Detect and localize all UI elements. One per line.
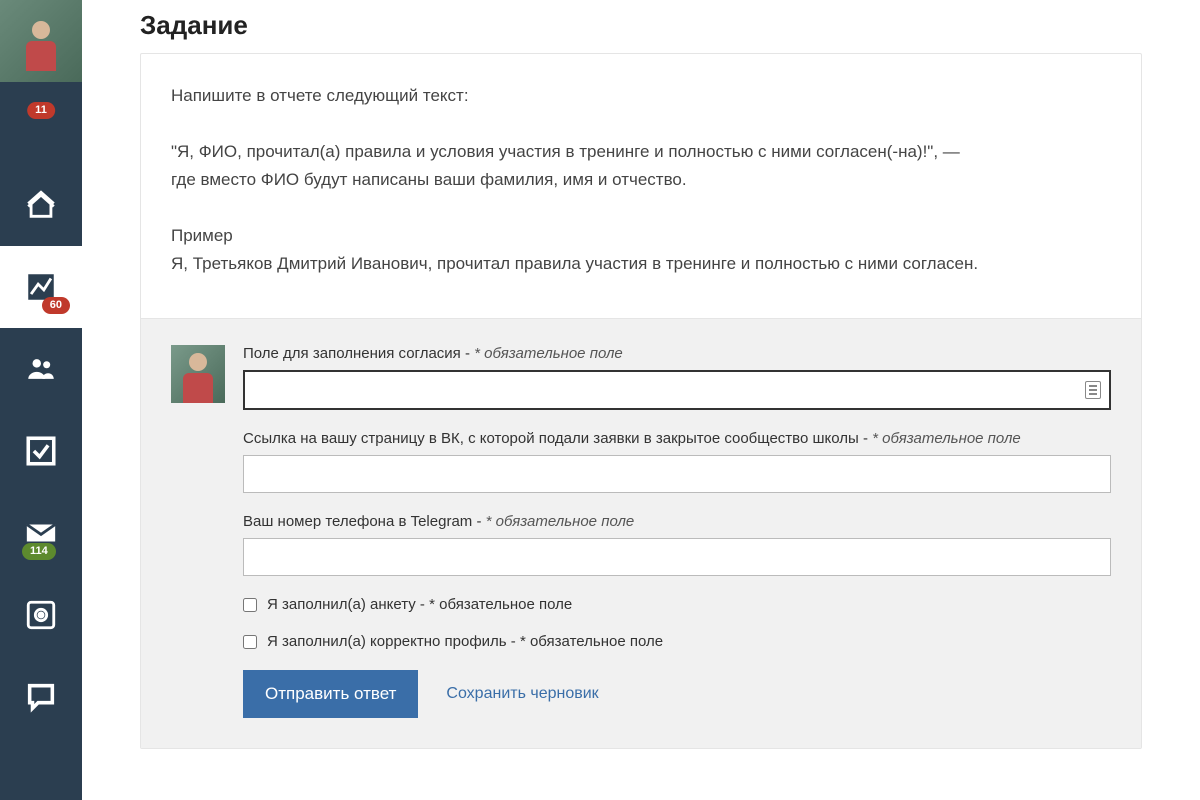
sidebar: 11 60 114 — [0, 0, 82, 800]
consent-input[interactable] — [243, 370, 1111, 410]
telegram-field-label: Ваш номер телефона в Telegram - * обязат… — [243, 513, 1111, 530]
filled-profile-label: Я заполнил(а) корректно профиль - * обяз… — [267, 633, 663, 650]
nav-home[interactable] — [0, 164, 82, 246]
nav-chat[interactable] — [0, 656, 82, 738]
nav-analytics[interactable]: 60 — [0, 246, 82, 328]
clipboard-icon — [1085, 381, 1101, 399]
task-description: Напишите в отчете следующий текст: "Я, Ф… — [141, 54, 1141, 318]
vk-link-input[interactable] — [243, 455, 1111, 493]
nav-tasks[interactable] — [0, 410, 82, 492]
task-quote: "Я, ФИО, прочитал(а) правила и условия у… — [171, 138, 1111, 166]
home-icon — [24, 188, 58, 222]
sidebar-avatar[interactable] — [0, 0, 82, 82]
filled-profile-checkbox[interactable] — [243, 635, 257, 649]
main-content: Задание Напишите в отчете следующий текс… — [82, 0, 1200, 800]
chat-icon — [24, 680, 58, 714]
save-draft-link[interactable]: Сохранить черновик — [446, 685, 598, 703]
filled-form-label: Я заполнил(а) анкету - * обязательное по… — [267, 596, 572, 613]
analytics-badge: 60 — [42, 297, 70, 314]
task-example-label: Пример — [171, 222, 1111, 250]
submit-button[interactable]: Отправить ответ — [243, 670, 418, 718]
nav-messages[interactable]: 114 — [0, 492, 82, 574]
person-icon — [181, 353, 215, 401]
consent-field-label: Поле для заполнения согласия - * обязате… — [243, 345, 1111, 362]
commenter-avatar — [171, 345, 225, 403]
person-icon — [24, 21, 58, 69]
task-card: Напишите в отчете следующий текст: "Я, Ф… — [140, 53, 1142, 749]
notifications-badge: 11 — [27, 102, 55, 119]
answer-form: Поле для заполнения согласия - * обязате… — [141, 318, 1141, 748]
vk-link-field-label: Ссылка на вашу страницу в ВК, с которой … — [243, 430, 1111, 447]
nav-notifications[interactable]: 11 — [0, 82, 82, 164]
telegram-input[interactable] — [243, 538, 1111, 576]
task-quote-note: где вместо ФИО будут написаны ваши фамил… — [171, 166, 1111, 194]
filled-form-checkbox[interactable] — [243, 598, 257, 612]
task-intro: Напишите в отчете следующий текст: — [171, 82, 1111, 110]
nav-safe[interactable] — [0, 574, 82, 656]
messages-badge: 114 — [22, 543, 56, 560]
task-heading: Задание — [140, 0, 1142, 53]
people-icon — [24, 352, 58, 386]
checkbox-icon — [24, 434, 58, 468]
safe-icon — [24, 598, 58, 632]
nav-community[interactable] — [0, 328, 82, 410]
task-example-text: Я, Третьяков Дмитрий Иванович, прочитал … — [171, 250, 1111, 278]
